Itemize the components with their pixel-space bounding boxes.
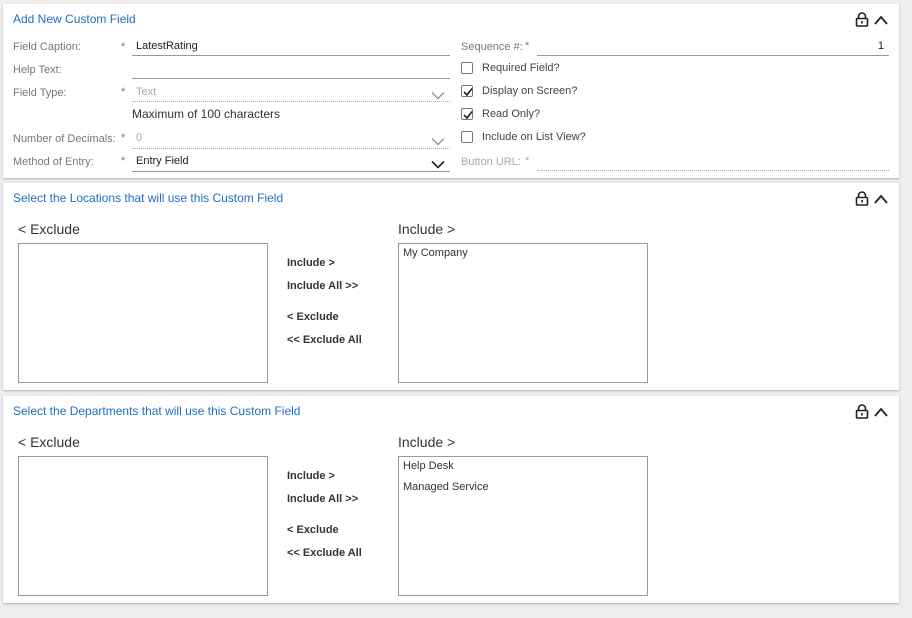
chevron-down-icon[interactable] xyxy=(431,87,445,105)
required-field-checkbox[interactable] xyxy=(461,62,473,74)
excluded-locations-list[interactable] xyxy=(18,243,268,383)
panel-tools xyxy=(855,404,889,419)
exclude-all-button[interactable]: << Exclude All xyxy=(287,547,362,559)
field-type-hint: Maximum of 100 characters xyxy=(132,107,281,121)
read-only-label: Read Only? xyxy=(482,108,541,120)
required-mark: * xyxy=(121,132,126,144)
list-item[interactable]: Help Desk xyxy=(399,457,647,478)
include-all-button[interactable]: Include All >> xyxy=(287,493,358,505)
button-url-label: Button URL: xyxy=(461,156,521,168)
exclude-button[interactable]: < Exclude xyxy=(287,311,339,323)
include-column-header: Include > xyxy=(398,221,456,237)
field-type-select[interactable]: Text xyxy=(136,86,426,100)
include-button[interactable]: Include > xyxy=(287,257,335,269)
required-mark: * xyxy=(121,86,126,98)
include-column-header: Include > xyxy=(398,434,456,450)
required-mark: * xyxy=(121,155,126,167)
exclude-all-button[interactable]: << Exclude All xyxy=(287,334,362,346)
include-all-button[interactable]: Include All >> xyxy=(287,280,358,292)
custom-field-panel: Add New Custom Field Field Caption: * La… xyxy=(3,4,899,178)
method-of-entry-select[interactable]: Entry Field xyxy=(136,155,426,169)
panel-title: Add New Custom Field xyxy=(13,12,136,26)
read-only-checkbox[interactable] xyxy=(461,108,473,120)
field-type-label: Field Type: xyxy=(13,87,67,99)
field-caption-label: Field Caption: xyxy=(13,41,81,53)
panel-tools xyxy=(855,191,889,206)
lock-icon[interactable] xyxy=(855,12,869,27)
excluded-departments-list[interactable] xyxy=(18,456,268,596)
panel-title: Select the Departments that will use thi… xyxy=(13,404,301,418)
collapse-chevron-up-icon[interactable] xyxy=(873,406,889,418)
required-field-label: Required Field? xyxy=(482,62,560,74)
sequence-underline xyxy=(537,55,889,56)
field-caption-input[interactable]: LatestRating xyxy=(136,40,450,54)
help-text-input[interactable] xyxy=(136,62,450,76)
required-mark: * xyxy=(525,40,530,52)
field-type-underline xyxy=(132,101,450,102)
locations-panel: Select the Locations that will use this … xyxy=(3,183,899,390)
field-caption-underline xyxy=(132,55,450,56)
help-text-underline xyxy=(132,78,450,79)
collapse-chevron-up-icon[interactable] xyxy=(873,14,889,26)
sequence-label: Sequence #: xyxy=(461,41,523,53)
method-of-entry-label: Method of Entry: xyxy=(13,156,94,168)
method-of-entry-underline xyxy=(132,171,450,172)
included-departments-list[interactable]: Help Desk Managed Service xyxy=(398,456,648,596)
button-url-underline xyxy=(537,170,889,171)
required-mark: * xyxy=(525,155,530,167)
lock-icon[interactable] xyxy=(855,191,869,206)
number-of-decimals-select[interactable]: 0 xyxy=(136,132,426,146)
include-on-list-view-checkbox[interactable] xyxy=(461,131,473,143)
number-of-decimals-underline xyxy=(132,148,450,149)
exclude-column-header: < Exclude xyxy=(18,221,80,237)
include-on-list-view-label: Include on List View? xyxy=(482,131,586,143)
collapse-chevron-up-icon[interactable] xyxy=(873,193,889,205)
panel-tools xyxy=(855,12,889,27)
exclude-column-header: < Exclude xyxy=(18,434,80,450)
sequence-input[interactable]: 1 xyxy=(539,40,884,54)
checkmark-icon xyxy=(463,111,473,120)
display-on-screen-label: Display on Screen? xyxy=(482,85,578,97)
included-locations-list[interactable]: My Company xyxy=(398,243,648,383)
departments-panel: Select the Departments that will use thi… xyxy=(3,396,899,603)
exclude-button[interactable]: < Exclude xyxy=(287,524,339,536)
help-text-label: Help Text: xyxy=(13,64,62,76)
button-url-input[interactable] xyxy=(539,154,884,168)
include-button[interactable]: Include > xyxy=(287,470,335,482)
list-item[interactable]: Managed Service xyxy=(399,478,647,499)
lock-icon[interactable] xyxy=(855,404,869,419)
checkmark-icon xyxy=(463,88,473,97)
panel-title: Select the Locations that will use this … xyxy=(13,191,284,205)
display-on-screen-checkbox[interactable] xyxy=(461,85,473,97)
required-mark: * xyxy=(121,41,126,53)
list-item[interactable]: My Company xyxy=(399,244,647,265)
number-of-decimals-label: Number of Decimals: xyxy=(13,133,116,145)
